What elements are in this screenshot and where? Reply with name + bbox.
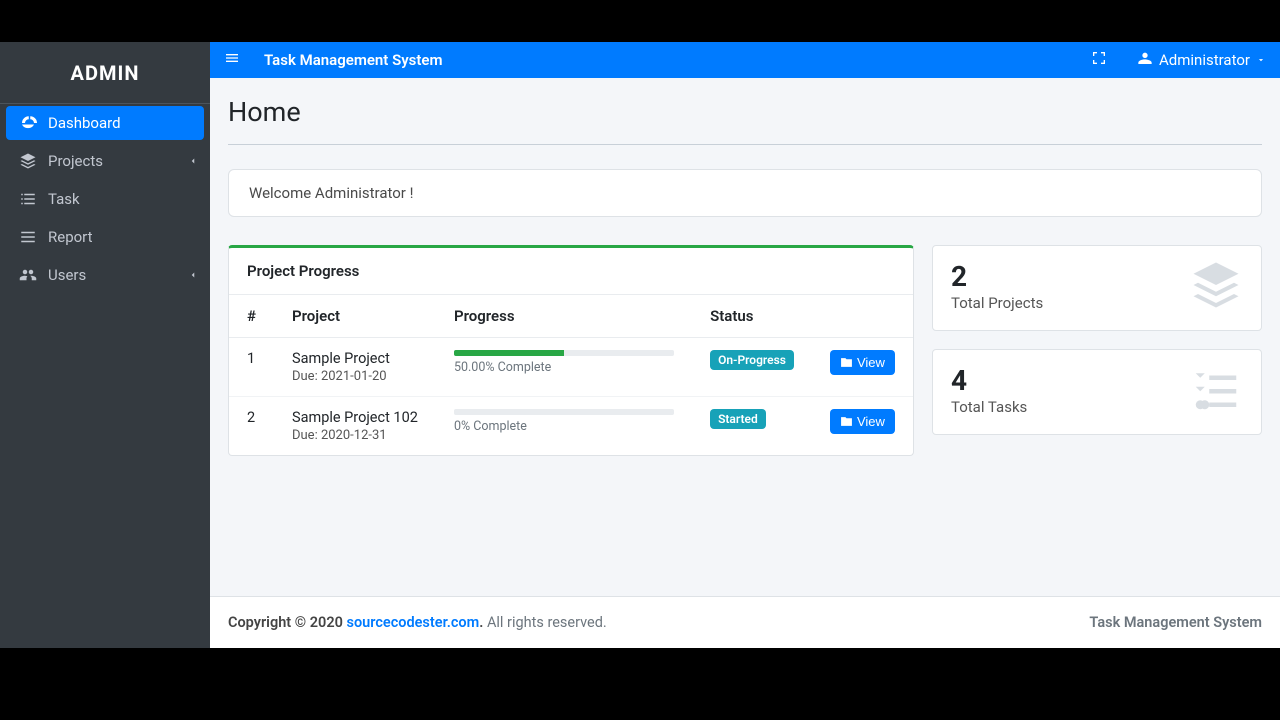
folder-icon (840, 356, 853, 369)
page-title: Home (228, 96, 1262, 128)
col-progress: Progress (436, 295, 692, 338)
chevron-left-icon (188, 152, 198, 170)
stat-value: 4 (951, 366, 1027, 397)
cell-project: Sample Project 102Due: 2020-12-31 (274, 397, 436, 456)
cell-project: Sample ProjectDue: 2021-01-20 (274, 338, 436, 397)
project-progress-card: Project Progress # Project Progress Stat… (228, 245, 914, 456)
user-menu[interactable]: Administrator (1137, 50, 1266, 70)
stat-label: Total Projects (951, 294, 1043, 312)
col-project: Project (274, 295, 436, 338)
sidebar-item-label: Dashboard (48, 114, 121, 132)
sidebar-nav: Dashboard Projects Task (0, 104, 210, 294)
chevron-left-icon (188, 266, 198, 284)
footer-copyright: Copyright © 2020 (228, 614, 347, 631)
sidebar-item-task[interactable]: Task (0, 180, 210, 218)
col-idx: # (229, 295, 274, 338)
view-button[interactable]: View (830, 409, 895, 434)
stat-value: 2 (951, 262, 1043, 293)
cell-progress: 0% Complete (436, 397, 692, 456)
divider (228, 144, 1262, 145)
card-title: Project Progress (229, 248, 913, 295)
layers-icon (16, 152, 40, 170)
cell-progress: 50.00% Complete (436, 338, 692, 397)
cell-status: On-Progress (692, 338, 812, 397)
topbar: Task Management System Administrator (210, 42, 1280, 78)
footer-rights: All rights reserved. (483, 614, 606, 631)
cell-idx: 1 (229, 338, 274, 397)
menu-toggle-icon[interactable] (224, 50, 240, 70)
col-status: Status (692, 295, 812, 338)
status-badge: On-Progress (710, 350, 794, 370)
sidebar-item-label: Users (48, 266, 86, 284)
folder-icon (840, 415, 853, 428)
footer-link[interactable]: sourcecodester.com (347, 614, 480, 631)
sidebar-item-report[interactable]: Report (0, 218, 210, 256)
view-button[interactable]: View (830, 350, 895, 375)
cell-idx: 2 (229, 397, 274, 456)
welcome-card: Welcome Administrator ! (228, 169, 1262, 217)
report-icon (16, 228, 40, 246)
brand-title: ADMIN (0, 42, 210, 104)
table-row: 1Sample ProjectDue: 2021-01-2050.00% Com… (229, 338, 913, 397)
status-badge: Started (710, 409, 766, 429)
project-progress-table: # Project Progress Status 1Sample Projec… (229, 295, 913, 455)
sidebar-item-label: Projects (48, 152, 103, 170)
due-label: Due: 2021-01-20 (292, 369, 418, 384)
sidebar-item-dashboard[interactable]: Dashboard (6, 106, 204, 140)
due-label: Due: 2020-12-31 (292, 428, 418, 443)
stat-card[interactable]: 2Total Projects (932, 245, 1262, 331)
sidebar-item-projects[interactable]: Projects (0, 142, 210, 180)
footer-right: Task Management System (1089, 614, 1262, 631)
stat-card[interactable]: 4Total Tasks (932, 349, 1262, 435)
user-name: Administrator (1159, 51, 1250, 69)
sidebar-item-label: Report (48, 228, 93, 246)
dashboard-icon (16, 114, 40, 132)
chevron-down-icon (1256, 51, 1266, 69)
stat-label: Total Tasks (951, 398, 1027, 416)
users-icon (16, 266, 40, 284)
stat-icon (1189, 258, 1243, 316)
tasks-icon (16, 190, 40, 208)
sidebar-item-users[interactable]: Users (0, 256, 210, 294)
sidebar-item-label: Task (48, 190, 80, 208)
user-icon (1137, 50, 1153, 70)
table-row: 2Sample Project 102Due: 2020-12-310% Com… (229, 397, 913, 456)
expand-icon[interactable] (1091, 50, 1107, 70)
app-title: Task Management System (264, 51, 443, 69)
cell-action: View (812, 338, 913, 397)
cell-action: View (812, 397, 913, 456)
cell-status: Started (692, 397, 812, 456)
footer: Copyright © 2020 sourcecodester.com. All… (210, 596, 1280, 648)
stat-icon (1189, 362, 1243, 420)
